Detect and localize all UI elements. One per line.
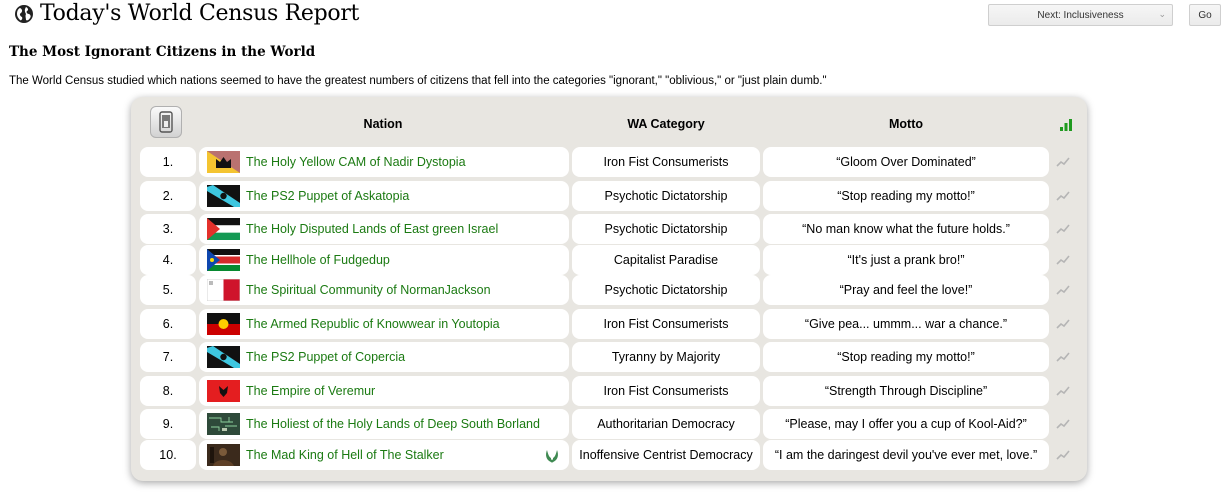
nation-link[interactable]: The Holy Disputed Lands of East green Is…: [246, 222, 498, 236]
nation-cell: The Holy Yellow CAM of Nadir Dystopia: [199, 147, 569, 177]
trend-line-icon[interactable]: [1056, 318, 1070, 330]
photo-flag[interactable]: [207, 444, 240, 466]
motto-cell: “Please, may I offer you a cup of Kool-A…: [763, 409, 1049, 439]
page-title: Today's World Census Report: [14, 0, 359, 28]
report-description: The World Census studied which nations s…: [9, 75, 827, 87]
wa-category-cell: Authoritarian Democracy: [572, 409, 760, 439]
nation-cell: The Hellhole of Fudgedup: [199, 245, 569, 275]
wa-category-cell: Psychotic Dictatorship: [572, 214, 760, 244]
trend-line-icon[interactable]: [1056, 351, 1070, 363]
wa-category-cell: Psychotic Dictatorship: [572, 181, 760, 211]
malta-flag[interactable]: [207, 279, 240, 301]
trend-line-icon[interactable]: [1056, 449, 1070, 461]
south-sudan-flag[interactable]: [207, 249, 240, 271]
nation-link[interactable]: The Hellhole of Fudgedup: [246, 253, 390, 267]
rank-cell: 3.: [140, 214, 196, 244]
motto-cell: “Give pea... ummm... war a chance.”: [763, 309, 1049, 339]
motto-cell: “Pray and feel the love!”: [763, 275, 1049, 305]
aboriginal-flag[interactable]: [207, 313, 240, 335]
cyan-diagonal-flag[interactable]: [207, 185, 240, 207]
table-row: 5. The Spiritual Community of NormanJacks…: [140, 275, 1080, 305]
table-row: 2. The PS2 Puppet of Askatopia Psychotic D…: [140, 181, 1080, 211]
motto-cell: “No man know what the future holds.”: [763, 214, 1049, 244]
trend-line-icon[interactable]: [1056, 254, 1070, 266]
nation-link[interactable]: The Armed Republic of Knowwear in Youtop…: [246, 317, 500, 331]
column-header-wa-category: WA Category: [627, 117, 705, 131]
nation-link[interactable]: The PS2 Puppet of Askatopia: [246, 189, 409, 203]
nation-link[interactable]: The Holy Yellow CAM of Nadir Dystopia: [246, 155, 466, 169]
column-header-nation: Nation: [363, 117, 403, 131]
phone-icon[interactable]: [150, 106, 182, 138]
nation-cell: The Armed Republic of Knowwear in Youtop…: [199, 309, 569, 339]
trend-line-icon[interactable]: [1056, 418, 1070, 430]
signal-bars-icon[interactable]: [1059, 119, 1073, 131]
rank-cell: 1.: [140, 147, 196, 177]
table-row: 8. The Empire of Veremur Iron Fist Consume…: [140, 376, 1080, 406]
cyan-diagonal-flag[interactable]: [207, 346, 240, 368]
albania-flag[interactable]: [207, 380, 240, 402]
motto-cell: “Stop reading my motto!”: [763, 342, 1049, 372]
column-header-motto: Motto: [888, 117, 923, 131]
trend-line-icon[interactable]: [1056, 223, 1070, 235]
trend-line-icon[interactable]: [1056, 385, 1070, 397]
palestine-flag[interactable]: [207, 218, 240, 240]
nation-cell: The Mad King of Hell of The Stalker: [199, 440, 569, 470]
page-title-text: Today's World Census Report: [40, 1, 360, 26]
motto-cell: “Strength Through Discipline”: [763, 376, 1049, 406]
census-ranking-table: Nation WA Category Motto 1. The Holy Yell…: [131, 97, 1087, 481]
trend-line-icon[interactable]: [1056, 284, 1070, 296]
census-next-select-value: Next: Inclusiveness: [1037, 9, 1124, 21]
circuit-board-flag[interactable]: [207, 413, 240, 435]
motto-cell: “Gloom Over Dominated”: [763, 147, 1049, 177]
nation-cell: The Holy Disputed Lands of East green Is…: [199, 214, 569, 244]
motto-cell: “Stop reading my motto!”: [763, 181, 1049, 211]
nation-link[interactable]: The Holiest of the Holy Lands of Deep So…: [246, 417, 540, 431]
rank-cell: 10.: [140, 440, 196, 470]
rank-cell: 9.: [140, 409, 196, 439]
table-row: 7. The PS2 Puppet of Copercia Tyranny by M…: [140, 342, 1080, 372]
rank-cell: 4.: [140, 245, 196, 275]
wa-category-cell: Capitalist Paradise: [572, 245, 760, 275]
nation-cell: The Empire of Veremur: [199, 376, 569, 406]
table-row: 9. The Holiest of the Holy Lands of Deep …: [140, 409, 1080, 439]
wa-category-cell: Iron Fist Consumerists: [572, 309, 760, 339]
table-row: 1. The Holy Yellow CAM of Nadir Dystopia I…: [140, 147, 1080, 177]
rank-cell: 6.: [140, 309, 196, 339]
table-row: 6. The Armed Republic of Knowwear in Yout…: [140, 309, 1080, 339]
motto-cell: “I am the daringest devil you've ever me…: [763, 440, 1049, 470]
table-row: 10. The Mad King of Hell of The Stalker In…: [140, 440, 1080, 470]
table-row: 3. The Holy Disputed Lands of East green …: [140, 214, 1080, 244]
nation-link[interactable]: The Spiritual Community of NormanJackson: [246, 283, 491, 297]
crown-flag[interactable]: [207, 151, 240, 173]
rank-cell: 8.: [140, 376, 196, 406]
nation-cell: The PS2 Puppet of Copercia: [199, 342, 569, 372]
report-heading: The Most Ignorant Citizens in the World: [9, 44, 316, 60]
nation-link[interactable]: The Mad King of Hell of The Stalker: [246, 448, 444, 462]
motto-cell: “It's just a prank bro!”: [763, 245, 1049, 275]
rank-cell: 5.: [140, 275, 196, 305]
wa-category-cell: Iron Fist Consumerists: [572, 147, 760, 177]
wa-laurel-icon: [546, 450, 558, 463]
go-button[interactable]: Go: [1189, 4, 1221, 26]
chevron-down-icon: ⌄: [1158, 9, 1166, 19]
nation-cell: The Holiest of the Holy Lands of Deep So…: [199, 409, 569, 439]
table-row: 4. The Hellhole of Fudgedup Capitalist Par…: [140, 245, 1080, 275]
trend-line-icon[interactable]: [1056, 190, 1070, 202]
wa-category-cell: Iron Fist Consumerists: [572, 376, 760, 406]
rank-cell: 7.: [140, 342, 196, 372]
wa-category-cell: Tyranny by Majority: [572, 342, 760, 372]
census-next-select[interactable]: Next: Inclusiveness ⌄: [988, 4, 1173, 26]
wa-category-cell: Inoffensive Centrist Democracy: [572, 440, 760, 470]
rank-cell: 2.: [140, 181, 196, 211]
nation-link[interactable]: The Empire of Veremur: [246, 384, 375, 398]
globe-icon: [15, 5, 33, 23]
nation-cell: The Spiritual Community of NormanJackson: [199, 275, 569, 305]
nation-link[interactable]: The PS2 Puppet of Copercia: [246, 350, 405, 364]
nation-cell: The PS2 Puppet of Askatopia: [199, 181, 569, 211]
wa-category-cell: Psychotic Dictatorship: [572, 275, 760, 305]
trend-line-icon[interactable]: [1056, 156, 1070, 168]
